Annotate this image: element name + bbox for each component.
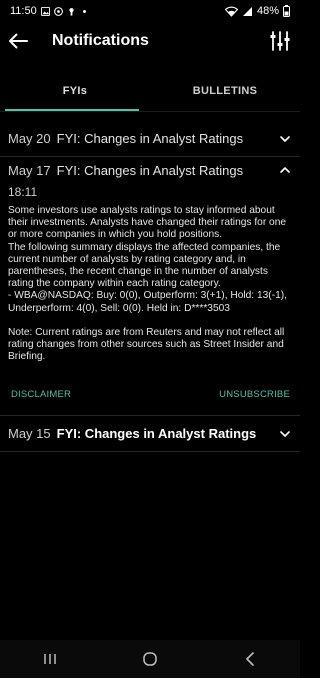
chevron-down-icon[interactable] [279,428,291,440]
system-nav-bar [0,640,300,678]
notification-date: May 17 [8,162,51,178]
battery-icon [283,5,290,17]
app-bar: Notifications [0,22,300,62]
disclaimer-button[interactable]: DISCLAIMER [11,389,71,400]
page-title: Notifications [52,32,149,49]
notification-item-header[interactable]: May 20 FYI: Changes in Analyst Ratings [0,121,300,157]
status-time: 11:50 [10,5,37,17]
signal-icon [242,6,252,16]
dot-icon [82,9,86,13]
chevron-up-icon[interactable] [279,164,291,176]
recents-icon [44,654,56,664]
notification-note: Note: Current ratings are from Reuters a… [8,326,285,363]
battery-percent: 48% [256,5,279,17]
tab-fyis[interactable]: FYIs [0,70,150,111]
arrow-left-icon [9,33,28,49]
notification-title: FYI: Changes in Analyst Ratings [56,131,244,146]
system-back-button[interactable] [235,649,265,669]
chevron-left-icon [246,652,254,666]
tab-bar: FYIs BULLETINS [0,70,300,112]
notification-actions: DISCLAIMER UNSUBSCRIBE [0,373,300,415]
notification-date: May 20 [8,131,51,146]
filter-settings-button[interactable] [269,30,291,52]
notification-date: May 15 [8,426,51,442]
home-icon [143,652,157,666]
notification-title: FYI: Changes in Analyst Ratings [56,162,244,178]
home-button[interactable] [135,649,165,669]
notification-item-header[interactable]: May 15 FYI: Changes in Analyst Ratings [0,416,300,453]
sync-icon [53,6,63,16]
sliders-icon [270,31,290,51]
unsubscribe-button[interactable]: UNSUBSCRIBE [219,389,290,400]
back-button[interactable] [7,30,29,52]
notification-title: FYI: Changes in Analyst Ratings [56,426,257,442]
notification-list: May 20 FYI: Changes in Analyst Ratings M… [0,121,300,453]
tab-bulletins[interactable]: BULLETINS [150,70,300,111]
recent-apps-button[interactable] [35,649,65,669]
notification-item-expanded: May 17 FYI: Changes in Analyst Ratings 1… [0,157,300,417]
gallery-icon [40,6,50,16]
keyhole-icon [69,7,74,16]
notification-time: 18:11 [8,185,38,199]
status-bar: 11:50 48% [0,0,300,22]
wifi-icon [224,6,238,17]
notification-item-header[interactable]: May 17 FYI: Changes in Analyst Ratings [0,157,300,183]
chevron-down-icon[interactable] [279,133,291,145]
notification-body: Some investors use analysts ratings to s… [8,205,287,314]
